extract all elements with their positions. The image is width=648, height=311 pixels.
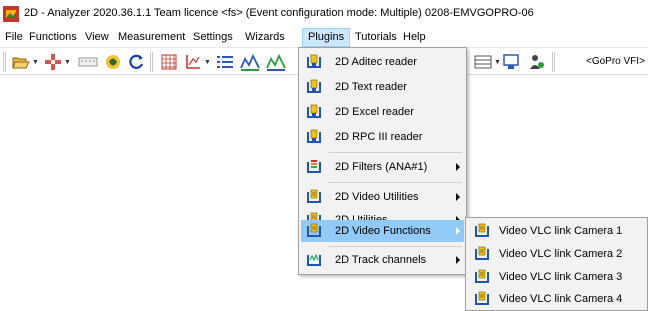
plugin-reader-icon	[307, 79, 321, 93]
plugin-utility-icon	[307, 189, 321, 203]
chevron-down-icon: ▼	[204, 58, 211, 66]
plugin-utility-icon	[307, 223, 321, 237]
menu-help[interactable]: Help	[398, 28, 431, 47]
menu-item-label: 2D Aditec reader	[335, 56, 417, 68]
chevron-down-icon: ▼	[32, 58, 39, 66]
menu-item-track-channels[interactable]: 2D Track channels	[301, 249, 464, 271]
layout-button[interactable]: ▼	[474, 53, 501, 71]
menu-wizards[interactable]: Wizards	[240, 28, 290, 47]
open-folder-icon	[12, 57, 30, 69]
plugin-track-icon	[307, 253, 321, 266]
menu-item-label: 2D Filters (ANA#1)	[335, 161, 428, 173]
toolbar-separator	[552, 52, 555, 72]
menu-item-label: 2D Track channels	[335, 254, 427, 266]
signal-button[interactable]	[240, 53, 260, 71]
plugins-menu: 2D Aditec reader 2D Text reader 2D Excel…	[298, 47, 467, 275]
menu-item-label: 2D Video Utilities	[335, 191, 419, 203]
submenu-arrow-icon	[456, 256, 460, 264]
menu-item-label: 2D Video Functions	[335, 225, 431, 237]
app-logo-icon	[3, 6, 19, 22]
list-icon	[217, 56, 233, 68]
plugin-utility-icon	[475, 291, 489, 305]
menu-measurement[interactable]: Measurement	[113, 28, 190, 47]
plugin-reader-icon	[307, 129, 321, 143]
crosshair-plus-icon	[45, 54, 61, 70]
menu-item-text-reader[interactable]: 2D Text reader	[301, 76, 464, 98]
menu-item-video-functions[interactable]: 2D Video Functions	[301, 220, 464, 242]
menu-item-rpc-reader[interactable]: 2D RPC III reader	[301, 126, 464, 148]
wizard-button[interactable]	[104, 53, 122, 71]
axis-button[interactable]: ▼	[184, 53, 211, 71]
display-icon	[503, 54, 519, 69]
menu-item-label: Video VLC link Camera 1	[499, 225, 623, 237]
plugin-utility-icon	[475, 223, 489, 237]
submenu-arrow-icon	[456, 193, 460, 201]
display-button[interactable]	[502, 53, 520, 71]
title-bar: 2D - Analyzer 2020.36.1.1 Team licence <…	[0, 0, 648, 28]
plugin-reader-icon	[307, 54, 321, 68]
gopro-source-label[interactable]: <GoPro VFI>	[586, 56, 645, 67]
menu-tutorials[interactable]: Tutorials	[350, 28, 402, 47]
menu-separator	[329, 182, 462, 183]
list-button[interactable]	[216, 53, 234, 71]
window-title: 2D - Analyzer 2020.36.1.1 Team licence <…	[24, 7, 534, 19]
menu-separator	[329, 246, 462, 247]
keyboard-button[interactable]	[78, 53, 98, 71]
menu-item-excel-reader[interactable]: 2D Excel reader	[301, 101, 464, 123]
open-folder-button[interactable]: ▼	[12, 53, 39, 71]
submenu-arrow-icon	[456, 163, 460, 171]
menu-item-label: Video VLC link Camera 3	[499, 271, 623, 283]
plugin-utility-icon	[475, 269, 489, 283]
grid-button[interactable]	[160, 53, 178, 71]
signal-icon	[240, 53, 260, 71]
menu-item-aditec-reader[interactable]: 2D Aditec reader	[301, 51, 464, 73]
plugin-reader-icon	[307, 104, 321, 118]
keyboard-icon	[78, 57, 98, 67]
layout-icon	[474, 55, 492, 69]
menu-item-filters[interactable]: 2D Filters (ANA#1)	[301, 156, 464, 178]
menu-item-video-utilities[interactable]: 2D Video Utilities	[301, 186, 464, 208]
menu-plugins[interactable]: Plugins	[302, 28, 351, 47]
chevron-down-icon: ▼	[494, 58, 501, 66]
menu-separator	[329, 152, 462, 153]
menu-view[interactable]: View	[80, 28, 114, 47]
user-settings-icon	[530, 55, 544, 69]
menu-item-vlc-camera-3[interactable]: Video VLC link Camera 3	[468, 266, 645, 288]
wizard-icon	[106, 55, 120, 69]
menu-item-label: 2D RPC III reader	[335, 131, 423, 143]
submenu-arrow-icon	[456, 227, 460, 235]
user-settings-button[interactable]	[528, 53, 546, 71]
menu-item-vlc-camera-2[interactable]: Video VLC link Camera 2	[468, 243, 645, 265]
menu-item-label: Video VLC link Camera 2	[499, 248, 623, 260]
toolbar-grip[interactable]	[3, 52, 6, 72]
menu-item-label: Video VLC link Camera 4	[499, 293, 623, 305]
add-channel-button[interactable]: ▼	[44, 53, 71, 71]
video-functions-submenu: Video VLC link Camera 1 Video VLC link C…	[465, 217, 648, 311]
plugin-filter-icon	[307, 160, 321, 173]
menu-item-vlc-camera-1[interactable]: Video VLC link Camera 1	[468, 220, 645, 242]
signal-compare-button[interactable]	[266, 53, 286, 71]
grid-icon	[161, 54, 177, 70]
toolbar-separator	[150, 52, 153, 72]
plugin-utility-icon	[475, 246, 489, 260]
menu-settings[interactable]: Settings	[188, 28, 238, 47]
menu-functions[interactable]: Functions	[24, 28, 82, 47]
signal-compare-icon	[266, 53, 286, 71]
chevron-down-icon: ▼	[64, 58, 71, 66]
refresh-button[interactable]	[128, 53, 146, 71]
axis-icon	[186, 55, 200, 69]
menu-item-label: 2D Excel reader	[335, 106, 414, 118]
menu-bar: File Functions View Measurement Settings…	[0, 28, 648, 47]
refresh-icon	[129, 54, 144, 69]
menu-item-label: 2D Text reader	[335, 81, 407, 93]
menu-item-vlc-camera-4[interactable]: Video VLC link Camera 4	[468, 288, 645, 310]
